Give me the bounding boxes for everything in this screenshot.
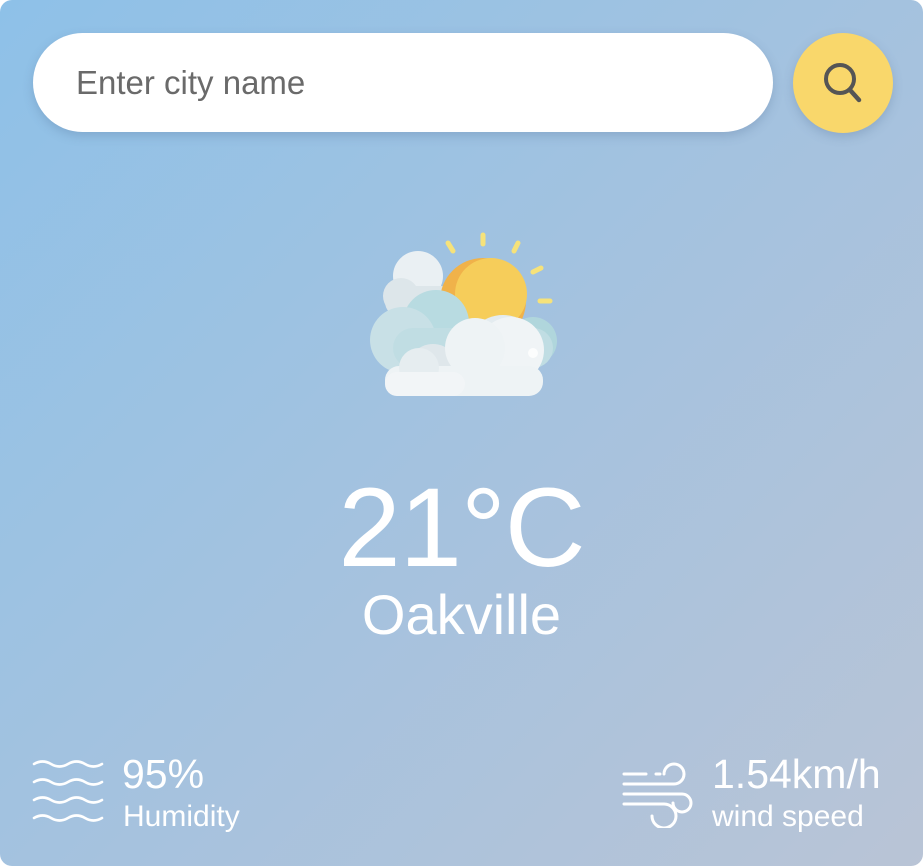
- city-name: Oakville: [361, 583, 562, 646]
- wind-speed-value: 1.54km/h: [712, 751, 881, 797]
- partly-cloudy-icon: [370, 232, 557, 396]
- search-input[interactable]: [74, 62, 728, 103]
- humidity-icon: [32, 760, 104, 822]
- wind-speed-label: wind speed: [712, 800, 864, 833]
- search-bar: [33, 33, 773, 132]
- wind-icon: [622, 762, 693, 828]
- humidity-label: Humidity: [123, 800, 240, 833]
- humidity-value: 95%: [122, 751, 205, 797]
- weather-card: 21°C Oakville 95% Humidity 1.54km/h wind…: [0, 0, 923, 866]
- search-button[interactable]: [793, 33, 893, 133]
- temperature-value: 21°C: [338, 465, 585, 590]
- search-icon: [824, 63, 862, 103]
